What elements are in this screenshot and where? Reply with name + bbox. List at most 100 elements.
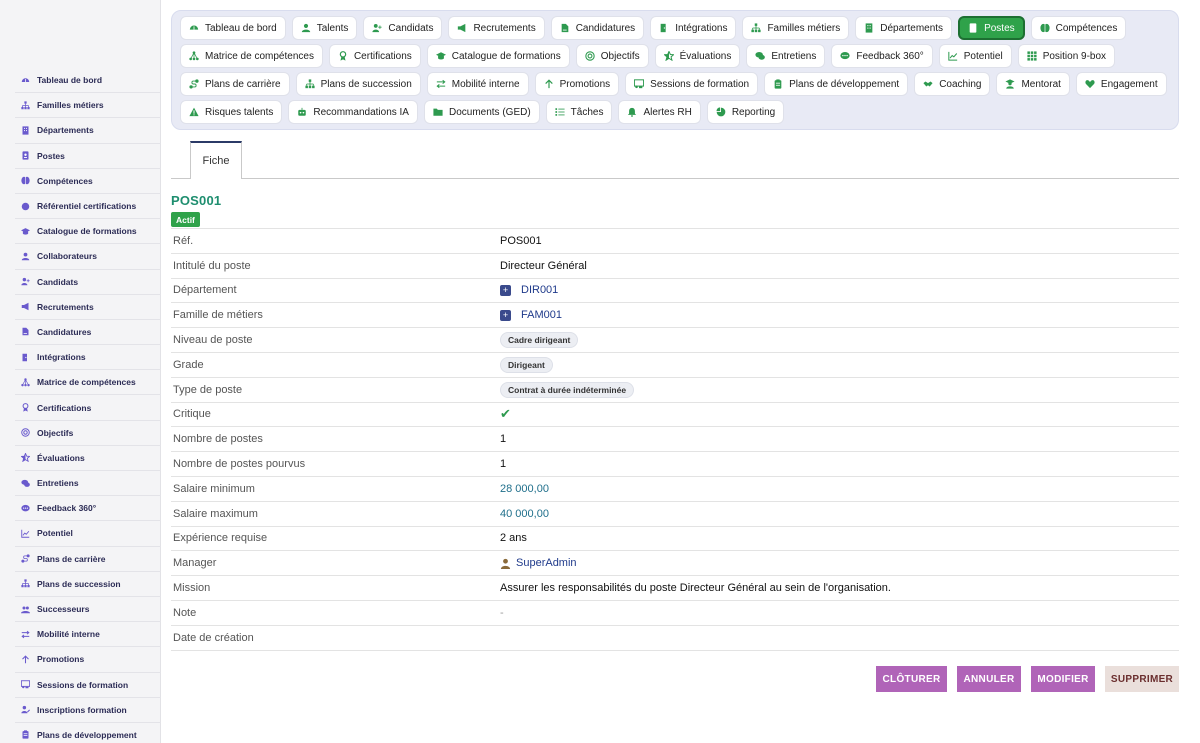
field-row-note: Note - xyxy=(171,601,1179,626)
module-tab[interactable]: Familles métiers xyxy=(742,16,850,40)
sidebar-item[interactable]: Objectifs xyxy=(15,421,161,446)
network-icon xyxy=(188,50,200,62)
module-tab[interactable]: Départements xyxy=(855,16,953,40)
sidebar-item[interactable]: Familles métiers xyxy=(15,93,161,119)
module-tab[interactable]: Recrutements xyxy=(448,16,545,40)
sidebar-item-label: Feedback 360° xyxy=(37,503,97,514)
module-tab[interactable]: Certifications xyxy=(328,44,421,68)
module-tab[interactable]: Mentorat xyxy=(996,72,1070,96)
sidebar-item[interactable]: Plans de succession xyxy=(15,572,161,597)
sidebar-item[interactable]: Certifications xyxy=(15,395,161,421)
sidebar-item[interactable]: Candidats xyxy=(15,270,161,295)
award-icon xyxy=(20,402,31,413)
module-tab[interactable]: Plans de développement xyxy=(764,72,909,96)
warning-icon xyxy=(188,106,200,118)
module-tab[interactable]: Documents (GED) xyxy=(423,100,540,124)
module-tab-label: Reporting xyxy=(731,106,776,118)
expand-icon[interactable]: + xyxy=(500,284,511,296)
module-tab[interactable]: Évaluations xyxy=(654,44,741,68)
module-tab[interactable]: Candidatures xyxy=(550,16,645,40)
cancel-button[interactable]: ANNULER xyxy=(957,666,1021,692)
certificate-icon xyxy=(20,201,31,212)
module-tab[interactable]: Reporting xyxy=(706,100,785,124)
sidebar-item[interactable]: Sessions de formation xyxy=(15,673,161,698)
module-tab[interactable]: Objectifs xyxy=(575,44,649,68)
module-tab[interactable]: Sessions de formation xyxy=(625,72,759,96)
sidebar-item[interactable]: Catalogue de formations xyxy=(15,219,161,245)
module-tab-label: Potentiel xyxy=(963,50,1003,62)
module-tab[interactable]: Potentiel xyxy=(938,44,1012,68)
module-tab[interactable]: Engagement xyxy=(1075,72,1167,96)
module-tab[interactable]: Tableau de bord xyxy=(180,16,286,40)
sidebar-item[interactable]: Intégrations xyxy=(15,345,161,371)
module-tab[interactable]: Intégrations xyxy=(650,16,737,40)
sidebar-item[interactable]: Postes xyxy=(15,144,161,169)
module-tab[interactable]: Compétences xyxy=(1030,16,1127,40)
users-icon xyxy=(20,604,31,615)
department-link[interactable]: DIR001 xyxy=(521,284,558,296)
sidebar-item[interactable]: Plans de carrière xyxy=(15,547,161,572)
module-tab[interactable]: Catalogue de formations xyxy=(426,44,570,68)
module-tab[interactable]: Recommandations IA xyxy=(288,100,418,124)
sidebar-item[interactable]: Successeurs xyxy=(15,597,161,623)
module-tab[interactable]: Tâches xyxy=(545,100,613,124)
delete-button[interactable]: SUPPRIMER xyxy=(1105,666,1179,692)
sidebar-item[interactable]: Promotions xyxy=(15,647,161,673)
expand-icon[interactable]: + xyxy=(500,309,511,321)
sidebar-item[interactable]: Entretiens xyxy=(15,471,161,497)
edit-button[interactable]: MODIFIER xyxy=(1031,666,1095,692)
module-tab[interactable]: Plans de carrière xyxy=(180,72,290,96)
field-label: Département xyxy=(173,284,237,297)
user-icon xyxy=(500,558,511,569)
module-tab[interactable]: Entretiens xyxy=(746,44,826,68)
module-tab[interactable]: Feedback 360° xyxy=(831,44,933,68)
module-tab[interactable]: Alertes RH xyxy=(618,100,701,124)
close-button[interactable]: CLÔTURER xyxy=(876,666,947,692)
sidebar-item[interactable]: Matrice de compétences xyxy=(15,370,161,396)
clipboard-icon xyxy=(20,729,31,740)
module-tab-label: Tâches xyxy=(570,106,604,118)
sidebar-item[interactable]: Feedback 360° xyxy=(15,496,161,522)
sidebar-item-label: Familles métiers xyxy=(37,100,104,111)
sidebar-item[interactable]: Compétences xyxy=(15,169,161,194)
module-tab[interactable]: Position 9-box xyxy=(1017,44,1116,68)
sidebar-item[interactable]: Potentiel xyxy=(15,521,161,547)
folder-icon xyxy=(432,106,444,118)
sidebar-item[interactable]: Collaborateurs xyxy=(15,244,161,270)
sidebar-item[interactable]: Évaluations xyxy=(15,446,161,471)
module-tab[interactable]: Matrice de compétences xyxy=(180,44,323,68)
sidebar-item[interactable]: Plans de développement xyxy=(15,723,161,743)
module-tab[interactable]: Mobilité interne xyxy=(426,72,529,96)
route-icon xyxy=(188,78,200,90)
sidebar-item[interactable]: Recrutements xyxy=(15,295,161,320)
exchange-icon xyxy=(435,78,447,90)
module-tab[interactable]: Risques talents xyxy=(180,100,283,124)
sidebar-item[interactable]: Référentiel certifications xyxy=(15,194,161,220)
sidebar-item[interactable]: Inscriptions formation xyxy=(15,698,161,723)
sidebar-item-label: Postes xyxy=(37,150,65,161)
field-value: SuperAdmin xyxy=(500,557,577,569)
module-tab[interactable]: Candidats xyxy=(363,16,443,40)
module-tab-label: Alertes RH xyxy=(643,106,692,118)
module-tab[interactable]: Postes xyxy=(958,16,1025,40)
sidebar-item[interactable]: Tableau de bord xyxy=(15,68,161,94)
family-link[interactable]: FAM001 xyxy=(521,309,562,321)
field-row-grade: Grade Dirigeant xyxy=(171,353,1179,378)
bullhorn-icon xyxy=(456,22,468,34)
sidebar-item[interactable]: Mobilité interne xyxy=(15,622,161,648)
module-tab[interactable]: Talents xyxy=(291,16,358,40)
sidebar-item-label: Plans de développement xyxy=(37,729,137,740)
grid-icon xyxy=(1026,50,1038,62)
field-value: - xyxy=(500,606,504,619)
tab-fiche[interactable]: Fiche xyxy=(190,141,242,179)
module-tab[interactable]: Coaching xyxy=(914,72,991,96)
manager-link[interactable]: SuperAdmin xyxy=(516,557,577,569)
sidebar-item[interactable]: Départements xyxy=(15,118,161,144)
field-row-experience: Expérience requise 2 ans xyxy=(171,527,1179,552)
module-tab-label: Catalogue de formations xyxy=(451,50,561,62)
field-row-critical: Critique ✔ xyxy=(171,403,1179,428)
module-tab-label: Position 9-box xyxy=(1042,50,1107,62)
sidebar-item[interactable]: Candidatures xyxy=(15,320,161,346)
module-tab[interactable]: Promotions xyxy=(534,72,620,96)
module-tab[interactable]: Plans de succession xyxy=(295,72,421,96)
